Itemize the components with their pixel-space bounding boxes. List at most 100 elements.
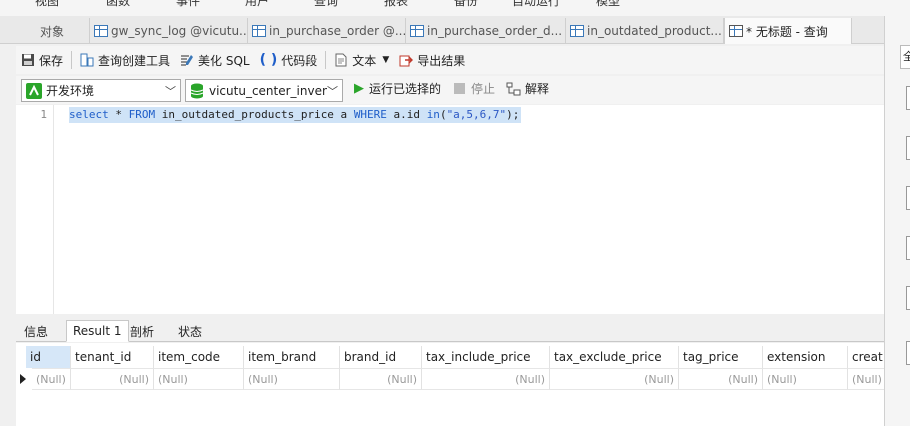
panel-field[interactable] <box>906 186 910 210</box>
menu-functions[interactable]: 函数 <box>106 0 130 9</box>
explain-button[interactable]: 解释 <box>506 80 549 97</box>
panel-field[interactable] <box>906 236 910 260</box>
menu-users[interactable]: 用户 <box>245 0 269 9</box>
table-icon <box>410 25 424 37</box>
menu-query[interactable]: 查询 <box>314 0 338 9</box>
menu-backup[interactable]: 备份 <box>454 0 478 9</box>
tab-status[interactable]: 状态 <box>172 320 208 342</box>
grid-cell[interactable]: (Null) <box>763 368 848 390</box>
toolbar-divider <box>71 51 73 69</box>
document-tab-bar: 对象 gw_sync_log @vicutu... in_purchase_or… <box>0 16 884 44</box>
code-snippet-button[interactable]: ( ) 代码段 <box>255 48 323 72</box>
save-button[interactable]: 保存 <box>16 48 68 72</box>
column-header-creat[interactable]: creat <box>848 346 884 368</box>
connection-select[interactable]: 开发环境 ﹀ <box>21 79 181 102</box>
query-icon <box>729 25 743 37</box>
stop-button[interactable]: 停止 <box>454 80 495 97</box>
tab-in-outdated-products[interactable]: in_outdated_product... <box>566 18 724 44</box>
column-header-tag-price[interactable]: tag_price <box>679 346 763 368</box>
sql-token: select <box>69 108 109 121</box>
column-header-tax-exclude-price[interactable]: tax_exclude_price <box>550 346 679 368</box>
explain-icon <box>506 82 521 95</box>
tab-info[interactable]: 信息 <box>18 320 54 342</box>
tab-label: in_outdated_product... <box>587 24 722 38</box>
tab-label: in_purchase_order @... <box>269 24 406 38</box>
document-icon <box>335 53 347 67</box>
column-header-item-brand[interactable]: item_brand <box>244 346 340 368</box>
text-mode-button[interactable]: 文本 ▼ <box>329 48 394 72</box>
snippet-icon: ( ) <box>259 52 278 68</box>
menu-view[interactable]: 视图 <box>35 0 59 9</box>
export-icon <box>399 55 414 67</box>
toolbar-divider <box>325 51 327 69</box>
sql-token: "a,5,6,7" <box>446 108 507 121</box>
grid-cell[interactable]: (Null) <box>848 368 884 390</box>
result-grid[interactable]: id tenant_id item_code item_brand brand_… <box>16 343 884 426</box>
result-tab-bar: 信息 Result 1 剖析 状态 <box>16 318 884 342</box>
stop-icon <box>454 83 465 94</box>
chevron-down-icon: ﹀ <box>327 85 338 98</box>
beautify-sql-button[interactable]: 美化 SQL <box>175 48 255 72</box>
grid-cell[interactable]: (Null) <box>422 368 550 390</box>
menu-bar: 视图 函数 事件 用户 查询 报表 备份 自动运行 模型 <box>0 0 910 16</box>
sql-token: ); <box>506 108 520 121</box>
table-row[interactable]: (Null) (Null) (Null) (Null) (Null) (Null… <box>16 368 884 390</box>
grid-cell[interactable]: (Null) <box>154 368 244 390</box>
sql-token: WHERE <box>353 108 387 121</box>
connection-selector-row: 开发环境 ﹀ vicutu_center_invento ﹀ ▶ 运行已选择的 … <box>16 76 884 104</box>
grid-cell[interactable]: (Null) <box>71 368 154 390</box>
export-results-button[interactable]: 导出结果 <box>394 48 470 72</box>
query-builder-icon <box>80 53 94 67</box>
navicat-window: 视图 函数 事件 用户 查询 报表 备份 自动运行 模型 对象 gw_sync_… <box>0 0 910 426</box>
tab-label: 对象 <box>40 24 65 39</box>
line-number-gutter: 1 <box>16 105 54 314</box>
table-icon <box>252 25 266 37</box>
tab-label: in_purchase_order_d... <box>427 24 563 38</box>
query-builder-button[interactable]: 查询创建工具 <box>75 48 175 72</box>
menu-events[interactable]: 事件 <box>176 0 200 9</box>
column-header-tax-include-price[interactable]: tax_include_price <box>422 346 550 368</box>
sql-code-line[interactable]: select * FROM in_outdated_products_price… <box>69 107 522 123</box>
sql-token: in <box>426 108 440 121</box>
panel-field[interactable] <box>906 86 910 110</box>
menu-model[interactable]: 模型 <box>596 0 620 9</box>
menu-reports[interactable]: 报表 <box>384 0 408 9</box>
panel-field[interactable] <box>906 286 910 310</box>
tab-gw-sync-log[interactable]: gw_sync_log @vicutu... <box>90 18 248 44</box>
tab-objects[interactable]: 对象 <box>0 18 90 44</box>
tab-result-1[interactable]: Result 1 <box>66 320 129 342</box>
chevron-down-icon: ﹀ <box>165 85 176 98</box>
right-side-panel: 全 <box>884 16 910 426</box>
menu-automation[interactable]: 自动运行 <box>512 0 560 9</box>
tab-untitled-query[interactable]: * 无标题 - 查询 <box>724 18 852 44</box>
tab-label: gw_sync_log @vicutu... <box>111 24 248 38</box>
tab-in-purchase-order-detail[interactable]: in_purchase_order_d... <box>406 18 566 44</box>
column-header-tenant-id[interactable]: tenant_id <box>71 346 154 368</box>
tab-in-purchase-order[interactable]: in_purchase_order @... <box>248 18 406 44</box>
sql-editor[interactable]: 1 select * FROM in_outdated_products_pri… <box>16 105 884 314</box>
grid-header-row: id tenant_id item_code item_brand brand_… <box>16 346 884 368</box>
column-header-brand-id[interactable]: brand_id <box>340 346 422 368</box>
database-select[interactable]: vicutu_center_invento ﹀ <box>185 79 343 102</box>
sql-token: a.id <box>386 108 427 121</box>
play-icon: ▶ <box>354 81 364 96</box>
connection-icon <box>26 82 42 99</box>
save-icon <box>22 54 34 66</box>
panel-field[interactable] <box>906 136 910 160</box>
database-icon <box>190 83 204 98</box>
column-header-item-code[interactable]: item_code <box>154 346 244 368</box>
sql-token: in_outdated_products_price a <box>155 108 354 121</box>
column-header-extension[interactable]: extension <box>763 346 848 368</box>
grid-cell[interactable]: (Null) <box>550 368 679 390</box>
grid-cell[interactable]: (Null) <box>679 368 763 390</box>
grid-cell[interactable]: (Null) <box>244 368 340 390</box>
select-all-button[interactable]: 全 <box>900 45 910 69</box>
column-header-id[interactable]: id <box>26 346 71 368</box>
grid-cell[interactable]: (Null) <box>32 368 71 390</box>
grid-cell[interactable]: (Null) <box>340 368 422 390</box>
chevron-down-icon: ▼ <box>382 55 390 65</box>
tab-profile[interactable]: 剖析 <box>124 320 160 342</box>
run-selected-button[interactable]: ▶ 运行已选择的 <box>354 80 441 97</box>
table-icon <box>94 25 108 37</box>
panel-field[interactable] <box>906 341 910 365</box>
